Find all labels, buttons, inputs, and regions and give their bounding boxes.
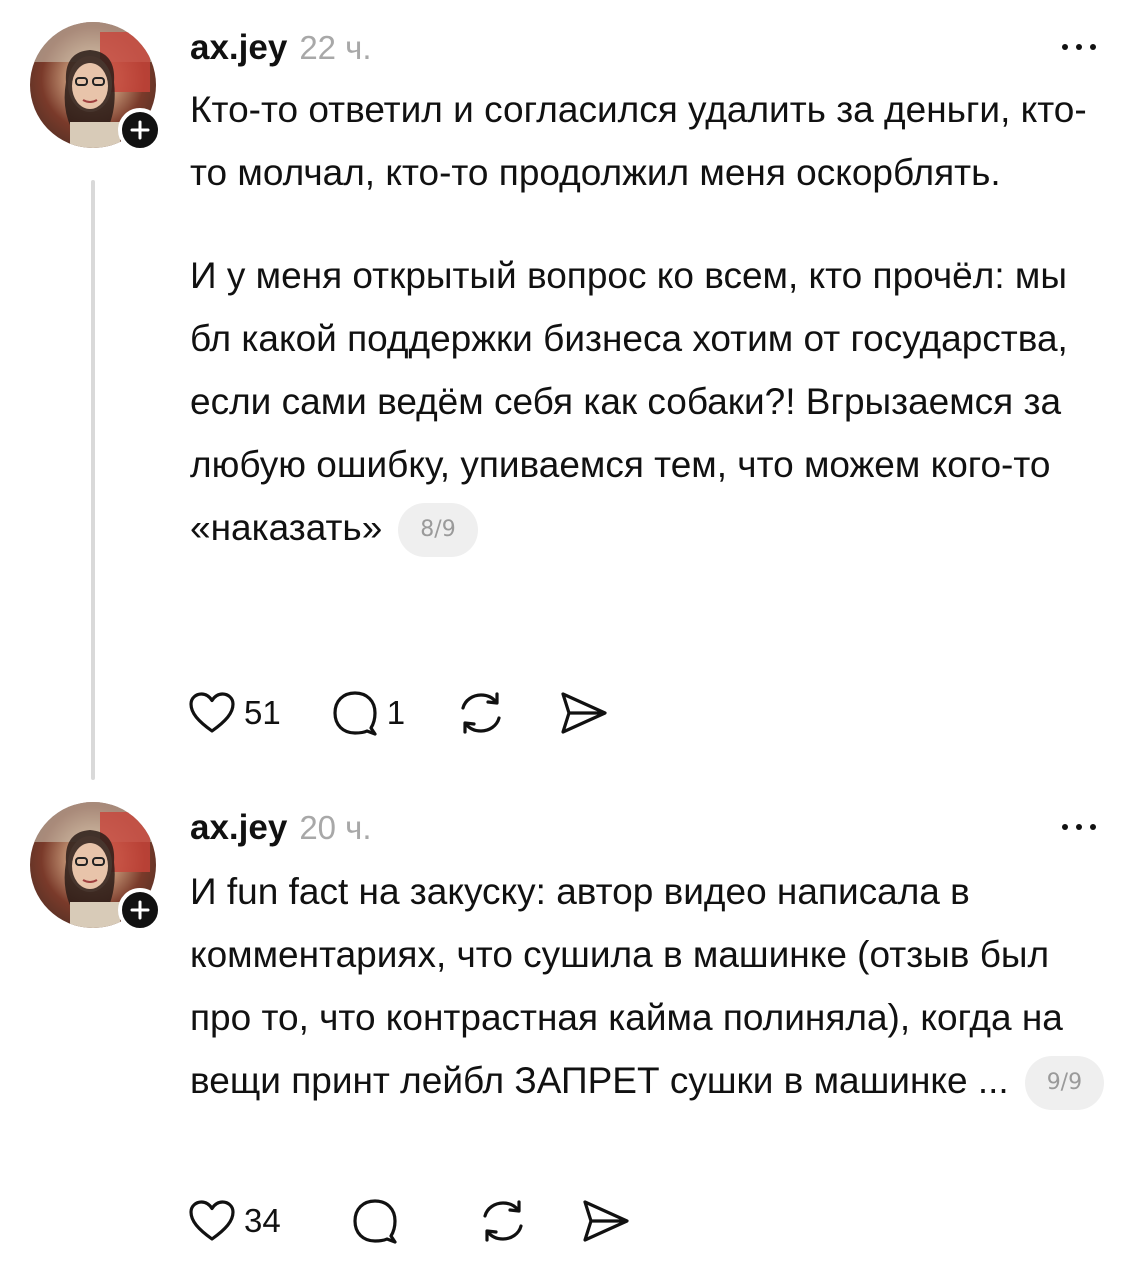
plus-icon: [130, 900, 150, 920]
username[interactable]: ax.jey: [190, 808, 287, 848]
send-icon: [561, 692, 607, 734]
more-dots-icon[interactable]: [1062, 824, 1096, 830]
repost-button[interactable]: [477, 1198, 529, 1244]
avatar[interactable]: [30, 802, 162, 932]
like-button[interactable]: 34: [188, 1199, 281, 1243]
post-paragraph: И fun fact на закуску: автор видео напис…: [190, 860, 1116, 1112]
heart-icon: [189, 1200, 235, 1241]
like-button[interactable]: 51: [188, 691, 281, 735]
action-bar: 51 1: [188, 688, 659, 738]
comment-icon: [333, 691, 377, 736]
post-paragraph: Кто-то ответил и согласился удалить за д…: [190, 89, 1087, 193]
post-paragraph-text: И у меня открытый вопрос ко всем, кто пр…: [190, 255, 1068, 548]
like-count: 51: [244, 694, 281, 731]
repost-icon: [461, 692, 501, 734]
share-button[interactable]: [557, 690, 609, 736]
thread-line: [91, 180, 95, 780]
post-text: И fun fact на закуску: автор видео напис…: [190, 860, 1116, 1112]
action-bar: 34: [188, 1196, 681, 1246]
thread-pager: 8/9: [398, 503, 478, 558]
comment-button[interactable]: 1: [331, 690, 405, 736]
thread-pager: 9/9: [1024, 1056, 1105, 1111]
comment-count: 1: [386, 694, 406, 731]
username[interactable]: ax.jey: [190, 28, 287, 68]
comment-button[interactable]: [351, 1198, 407, 1244]
follow-button[interactable]: [118, 888, 162, 932]
post-header: ax.jey 20 ч.: [190, 808, 372, 854]
share-button[interactable]: [579, 1198, 631, 1244]
more-dots-icon[interactable]: [1062, 44, 1096, 50]
comment-icon: [353, 1199, 397, 1244]
send-icon: [583, 1200, 629, 1242]
timestamp: 22 ч.: [299, 29, 372, 66]
timestamp: 20 ч.: [299, 809, 372, 846]
post-paragraph-text: И fun fact на закуску: автор видео напис…: [190, 871, 1063, 1101]
post: ax.jey 22 ч. Кто-то ответил и согласился…: [0, 22, 1146, 782]
like-count: 34: [244, 1202, 281, 1239]
post-paragraph: И у меня открытый вопрос ко всем, кто пр…: [190, 244, 1116, 559]
post: ax.jey 20 ч. И fun fact на закуску: авто…: [0, 802, 1146, 1272]
plus-icon: [130, 120, 150, 140]
heart-icon: [189, 692, 235, 733]
post-header: ax.jey 22 ч.: [190, 28, 372, 74]
repost-button[interactable]: [455, 690, 507, 736]
follow-button[interactable]: [118, 108, 162, 152]
repost-icon: [483, 1200, 523, 1242]
avatar[interactable]: [30, 22, 162, 152]
post-text: Кто-то ответил и согласился удалить за д…: [190, 78, 1116, 559]
